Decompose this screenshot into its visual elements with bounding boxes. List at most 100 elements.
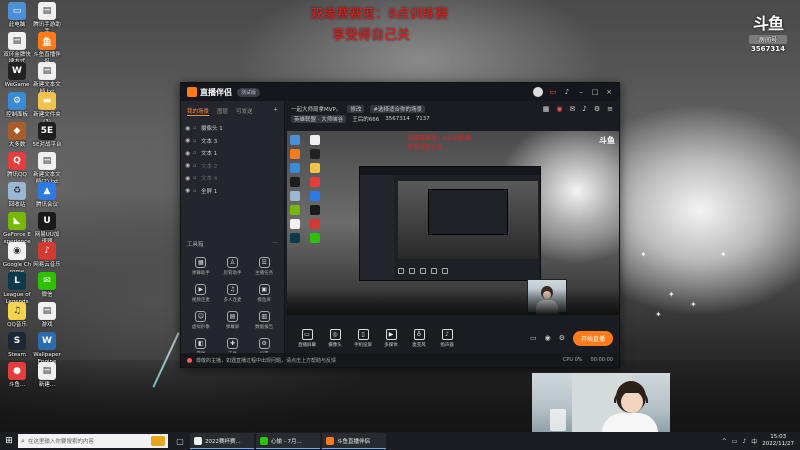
gift-icon[interactable]: ▦ [543,105,550,113]
scene-item[interactable]: ◉ ▫ 文本 2 [185,160,280,173]
toolbox-item[interactable]: ♙ 房管助手 [217,257,249,276]
task-view-icon[interactable]: ▢ [172,433,188,449]
desktop-icon[interactable]: S Steam [2,332,32,359]
toolbox-item[interactable]: ▶ 视频连麦 [185,284,217,303]
scene-tag[interactable]: #选择适合你的场景 [370,105,425,113]
lock-icon[interactable]: ▫ [193,188,201,194]
source-button[interactable]: ◎ 摄像头 [321,328,349,348]
scene-item[interactable]: ◉ ▫ 文本 1 [185,147,280,160]
tab-layers[interactable]: 图层 [217,107,228,116]
chat-icon[interactable]: ✉ [570,105,576,113]
visibility-eye-icon[interactable]: ◉ [185,125,193,132]
source-button[interactable]: ▶ 多媒体 [377,328,405,348]
desktop-icon[interactable]: ◣GeForce Experience [2,212,32,245]
desktop-icon[interactable]: ▤ 新建... [32,362,62,389]
edit-room-button[interactable]: 修改 [347,105,365,113]
desktop-icon[interactable]: ▤双环金牌快捷方式 [2,32,32,65]
taskbar-search[interactable]: ⌕ 在这里输入你要搜索的内容 [18,434,168,448]
toolbox-item[interactable]: ▤ 弹幕屏 [217,311,249,330]
tab-sendable[interactable]: 可发送 [236,107,253,116]
toolbox-item[interactable]: ▦ 弹幕助手 [185,257,217,276]
app-icon: ● [8,362,26,380]
desktop-icon[interactable]: ▤ 游戏 [32,302,62,329]
desktop-icon[interactable]: 5E 5E对战平台 [32,122,62,149]
app-titlebar[interactable]: 直播伴侣 测试版 ▭ ♪ – □ × [181,83,619,101]
source-button[interactable]: ♁ 麦克风 [405,328,433,348]
room-title[interactable]: 一起大师局拿MVP。 [291,105,341,113]
stream-preview[interactable]: 双缘赛赛度：8点训练赛 享受得自己关 斗鱼 [287,131,619,315]
tray-expand-icon[interactable]: ^ [722,438,727,445]
desktop-icon[interactable]: ▤新建文本文档(2).txt [32,152,62,185]
streaming-app-window[interactable]: 直播伴侣 测试版 ▭ ♪ – □ × 我的场景 图层 可发送 + ◉ ▫ 摄像头 1… [180,82,620,368]
desktop-icon[interactable]: U网易UU加速器 [32,212,62,245]
visibility-eye-icon[interactable]: ◉ [185,187,193,194]
desktop-icon[interactable]: ⚙ 控制面板 [2,92,32,119]
desktop-icon[interactable]: ● 斗鱼... [2,362,32,389]
bell-icon[interactable]: ♪ [563,88,571,96]
desktop-icon[interactable]: ▲ 腾讯会议 [32,182,62,209]
add-scene-button[interactable]: + [273,107,278,116]
desktop-icon[interactable]: W WeGame [2,62,32,89]
settings-icon[interactable]: ⚙ [594,105,600,113]
toolbox-item[interactable]: ▣ 摸鱼屏 [248,284,280,303]
desktop-icon[interactable]: WWallpaper Engine [32,332,62,365]
desktop-icon[interactable]: ▤新建文本文档.txt [32,62,62,95]
desktop-icon[interactable]: ♪ 网易云音乐 [32,242,62,269]
scene-item-label: 文本 4 [201,176,218,183]
visibility-eye-icon[interactable]: ◉ [185,137,193,144]
record-icon[interactable]: ◉ [556,105,562,113]
desktop-icon[interactable]: Q 腾讯QQ [2,152,32,179]
scene-item[interactable]: ◉ ▫ 摄像头 1 [185,122,280,135]
network-icon[interactable]: ▭ [732,438,738,445]
desktop-icon[interactable]: LLeague of Legends [2,272,32,305]
toolbox-item[interactable]: ♫ 多人连麦 [217,284,249,303]
clock[interactable]: 15:03 2022/11/27 [762,434,794,448]
start-live-button[interactable]: 开始直播 [572,330,613,346]
windows-start-icon[interactable]: ⊞ [0,432,18,450]
taskbar-task[interactable]: 2022赛杯赛... [190,433,254,449]
more-icon[interactable]: ≡ [607,105,613,113]
taskbar-task[interactable]: 心愉 - 7月... [256,433,320,449]
desktop-icon[interactable]: ▭ 此电脑 [2,2,32,29]
desktop-icon[interactable]: ▤腾讯手游助手 [32,2,62,35]
stream-settings-icon[interactable]: ⚙ [559,334,565,342]
close-icon[interactable]: × [605,88,613,96]
ime-icon[interactable]: 中 [751,437,757,446]
visibility-eye-icon[interactable]: ◉ [185,162,193,169]
avatar[interactable] [533,87,543,97]
notification-icon[interactable]: ♪ [582,105,586,113]
lock-icon[interactable]: ▫ [193,150,201,156]
volume-icon[interactable]: ♪ [742,438,746,445]
visibility-eye-icon[interactable]: ◉ [185,150,193,157]
scene-item[interactable]: ◉ ▫ 全屏 1 [185,185,280,198]
desktop-icon[interactable]: ✉ 微信 [32,272,62,299]
toolbox-more-button[interactable]: ⋯ [273,240,279,248]
toolbox-item[interactable]: ☺ 虚拟形象 [185,311,217,330]
visibility-eye-icon[interactable]: ◉ [185,175,193,182]
desktop-icon[interactable]: ◉Google Chrome [2,242,32,275]
screen-icon[interactable]: ▭ [549,88,557,96]
layout-icon[interactable]: ▭ [530,334,537,342]
toolbox-item[interactable]: ☰ 主播任务 [248,257,280,276]
maximize-icon[interactable]: □ [591,88,599,96]
minimize-icon[interactable]: – [577,88,585,96]
desktop-icon[interactable]: ▬新建文件夹(3) [32,92,62,125]
desktop-icon[interactable]: ♻ 回收站 [2,182,32,209]
source-button[interactable]: ♪ 扬声器 [433,328,461,348]
lock-icon[interactable]: ▫ [193,125,201,131]
scene-item[interactable]: ◉ ▫ 文本 4 [185,172,280,185]
desktop-icon[interactable]: ♫ QQ音乐 [2,302,32,329]
taskbar-task[interactable]: 斗鱼直播伴侣 [322,433,386,449]
room-category[interactable]: 英雄联盟 · 大师峡谷 [291,115,347,123]
lock-icon[interactable]: ▫ [193,138,201,144]
desktop-icon[interactable]: 鱼斗鱼直播伴侣 [32,32,62,65]
source-button[interactable]: ▭ 直播屏幕 [293,328,321,348]
desktop-icon[interactable]: ◆ 大多数 [2,122,32,149]
preview-eye-icon[interactable]: ◉ [545,334,551,342]
lock-icon[interactable]: ▫ [193,163,201,169]
scene-item[interactable]: ◉ ▫ 文本 3 [185,135,280,148]
tab-scenes[interactable]: 我的场景 [187,107,210,116]
lock-icon[interactable]: ▫ [193,175,201,181]
source-button[interactable]: ▯ 手机投屏 [349,328,377,348]
toolbox-item[interactable]: ▥ 数据报告 [248,311,280,330]
